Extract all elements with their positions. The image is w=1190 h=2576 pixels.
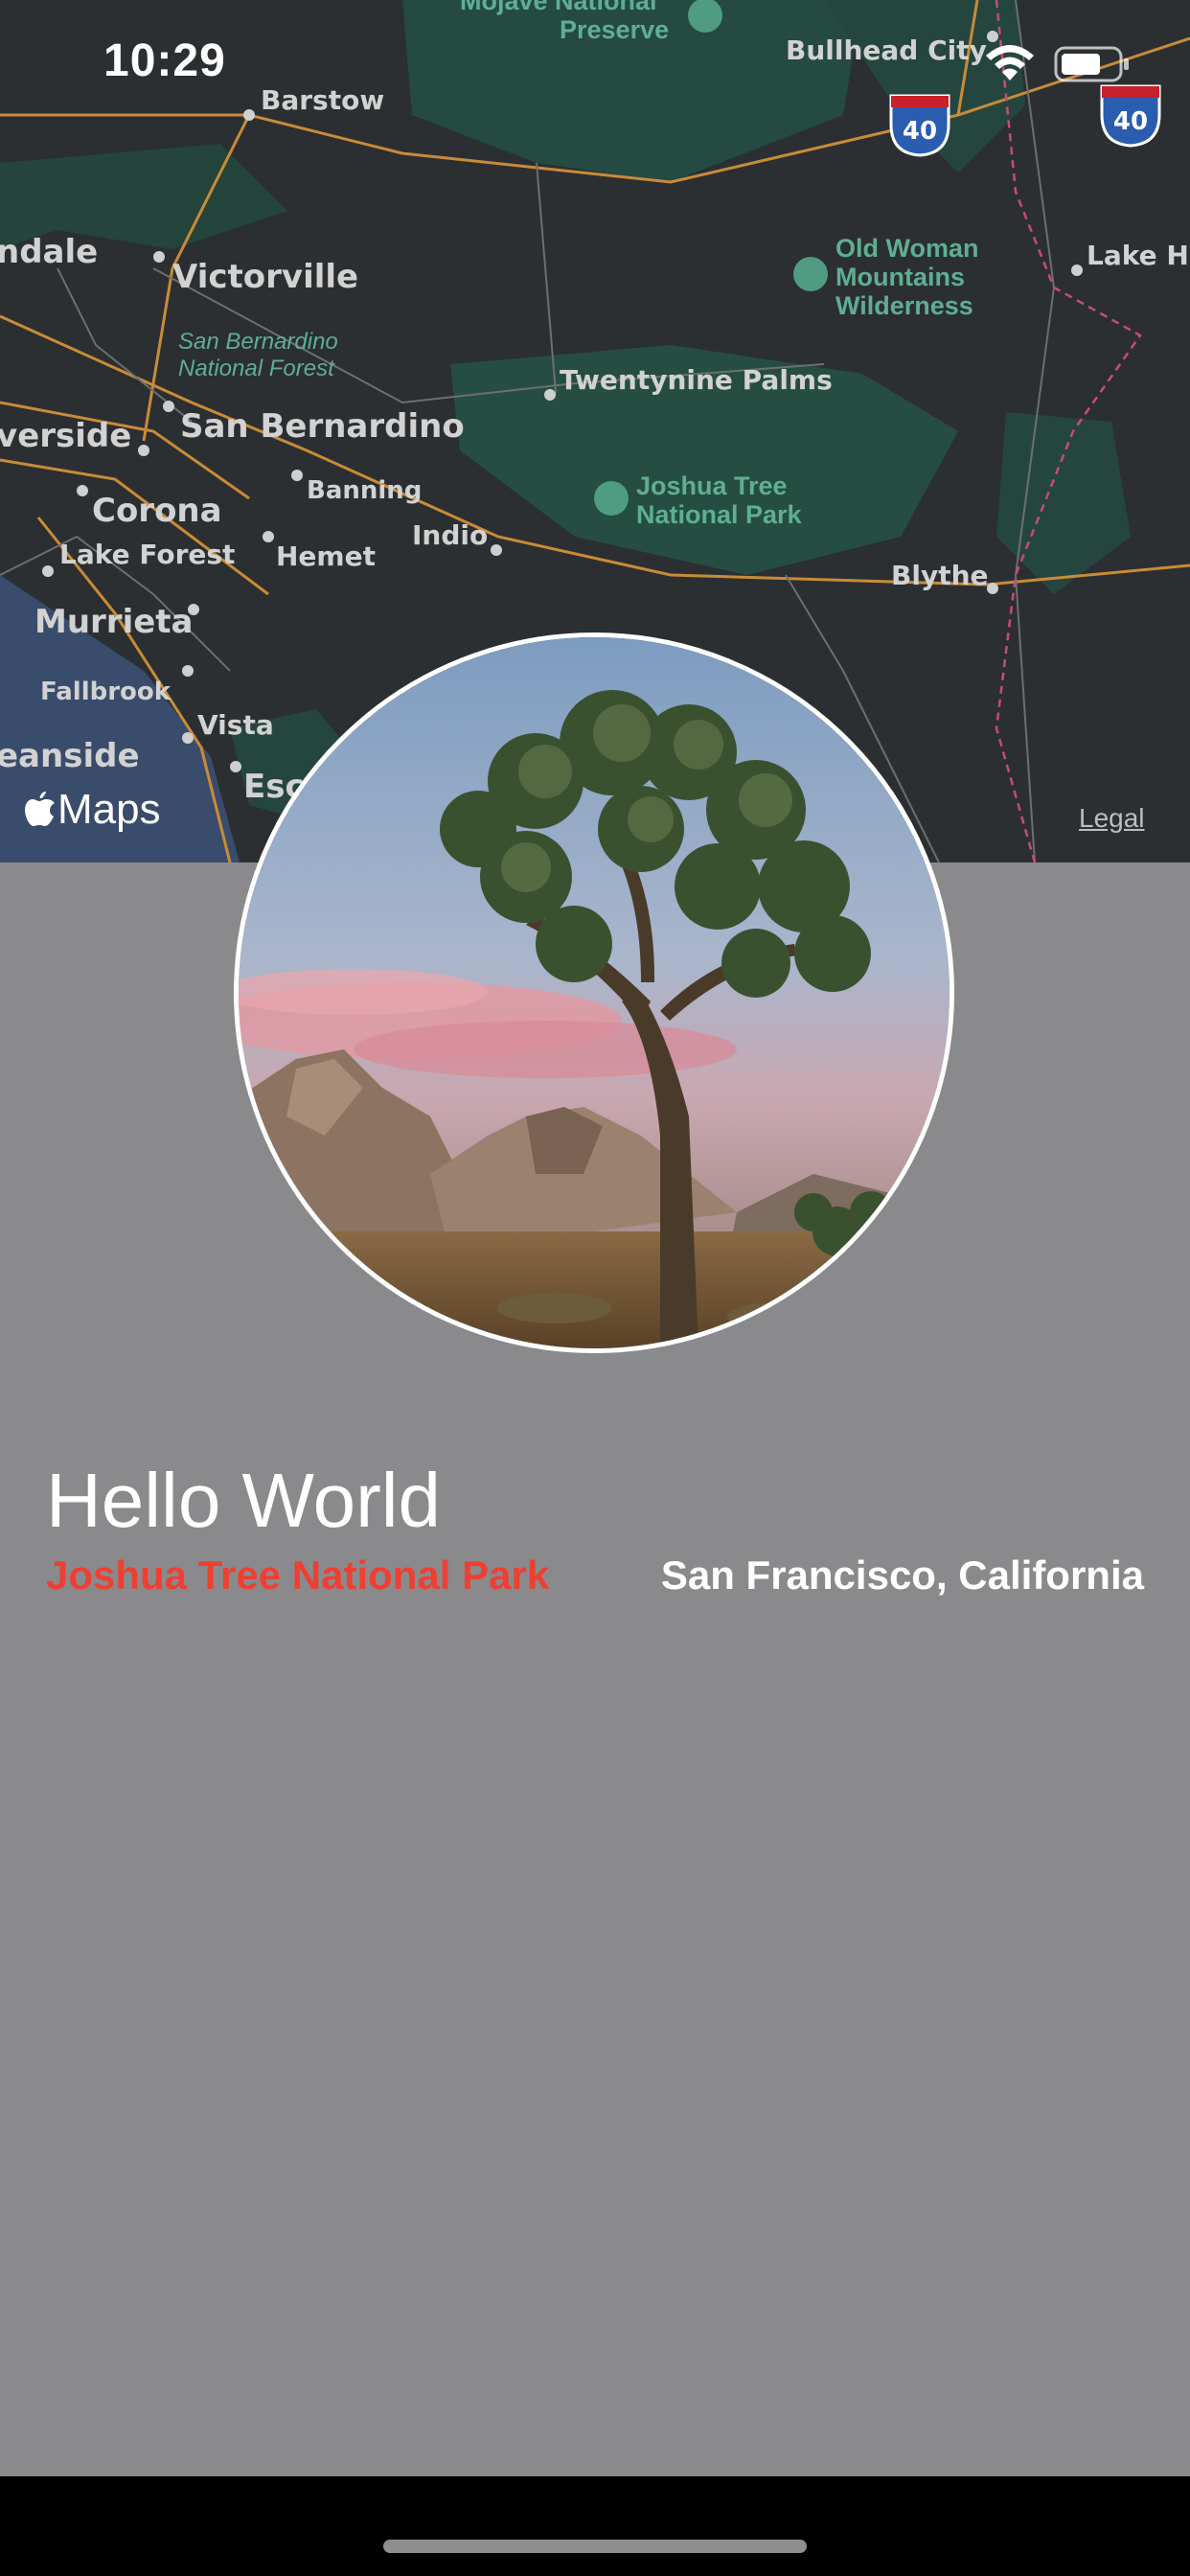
park-icon [793, 257, 828, 291]
map-label: National Park [636, 500, 803, 529]
map-label: Lake Forest [59, 539, 235, 570]
legal-link[interactable]: Legal [1079, 803, 1145, 834]
map-label: eanside [0, 737, 140, 775]
map-label: Corona [92, 492, 222, 530]
wifi-icon [986, 45, 1034, 80]
map-label: Banning [307, 476, 422, 505]
map-label: verside [0, 417, 131, 455]
maps-attribution[interactable]: Maps [25, 786, 161, 834]
map-label: Mountains [835, 263, 965, 291]
maps-brand-label: Maps [57, 786, 161, 833]
battery-icon [1054, 46, 1129, 82]
apple-logo-icon [25, 792, 55, 826]
map-label: San Bernardino [178, 329, 338, 355]
map-label: Blythe [891, 560, 989, 591]
map-label: Indio [412, 519, 488, 551]
map-label: Twentynine Palms [560, 364, 833, 396]
map-label: Wilderness [835, 291, 973, 320]
page-title: Hello World [46, 1458, 441, 1543]
map-label: Victorville [172, 258, 358, 296]
map-label: ndale [0, 233, 98, 271]
park-name-label: Joshua Tree National Park [46, 1552, 550, 1598]
map-label: Murrieta [34, 603, 193, 641]
status-time: 10:29 [103, 35, 226, 86]
map-label: Joshua Tree [636, 472, 788, 500]
map-label: Vista [197, 709, 274, 741]
map-label: Fallbrook [40, 678, 172, 706]
joshua-tree-image [239, 637, 950, 1348]
bottom-safe-area [0, 2476, 1190, 2576]
map-label: Hemet [276, 540, 376, 572]
home-indicator[interactable] [383, 2540, 807, 2553]
park-photo [234, 632, 954, 1353]
subtitle-row: Joshua Tree National Park San Francisco,… [46, 1552, 1144, 1598]
map-label: Lake Ha [1087, 240, 1190, 271]
location-label: San Francisco, California [660, 1552, 1144, 1598]
map-label: San Bernardino [180, 407, 465, 446]
status-bar: 10:29 [0, 0, 1190, 125]
park-icon [594, 481, 629, 516]
map-label: National Forest [178, 356, 335, 381]
map-label: Old Woman [835, 234, 979, 263]
